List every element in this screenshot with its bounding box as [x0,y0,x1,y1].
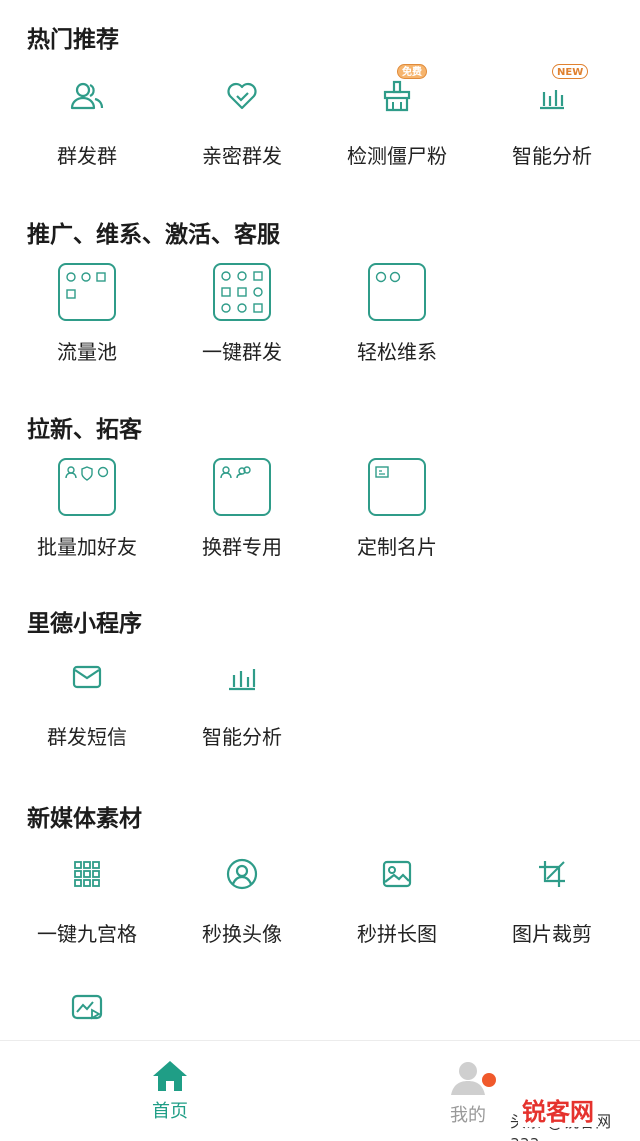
tile-label: 定制名片 [357,535,437,559]
tile-mass-group[interactable]: 群发群 [12,66,162,169]
tile-smart-analysis[interactable]: NEW 智能分析 [477,64,627,169]
new-badge: NEW [552,64,589,79]
tile-batch-add-friend[interactable]: 批量加好友 [12,457,162,560]
folder-grid-icon [213,458,271,516]
tile-label: 群发群 [57,144,117,168]
section-title-promo: 推广、维系、激活、客服 [27,222,280,248]
tile-detect-zombie[interactable]: 免费 检测僵尸粉 [322,64,472,169]
folder-grid-icon [368,458,426,516]
tile-smart-analysis-2[interactable]: 智能分析 [167,647,317,750]
folder-grid-icon [368,263,426,321]
tile-easy-maintain[interactable]: 轻松维系 [322,262,472,365]
tile-label: 一键群发 [202,340,282,364]
tile-label: 换群专用 [202,535,282,559]
notification-dot [482,1073,496,1087]
users-icon [70,82,104,110]
tab-home[interactable]: 首页 [110,1059,230,1123]
tile-label: 智能分析 [202,725,282,749]
tile-swap-avatar[interactable]: 秒换头像 [167,844,317,947]
tile-switch-group[interactable]: 换群专用 [167,457,317,560]
tile-label: 亲密群发 [202,144,282,168]
tile-custom-card[interactable]: 定制名片 [322,457,472,560]
tile-label: 一键九宫格 [37,922,137,946]
home-icon [153,1061,187,1091]
tile-label: 智能分析 [512,144,592,168]
folder-grid-icon [58,263,116,321]
tab-home-label: 首页 [152,1101,188,1122]
bar-chart-icon [540,90,564,110]
image-icon [382,860,412,888]
section-title-miniprogram: 里德小程序 [27,611,142,637]
section-title-hot: 热门推荐 [27,27,119,53]
mail-icon [72,665,102,689]
section-title-acquire: 拉新、拓客 [27,417,142,443]
tile-long-image[interactable]: 秒拼长图 [322,844,472,947]
tile-label: 图片裁剪 [512,922,592,946]
app-page: 热门推荐 群发群 亲密群发 免费 检测僵尸粉 NEW 智能分析 推广、维系、激活… [0,0,640,1141]
free-badge: 免费 [397,64,427,79]
tile-label: 群发短信 [47,725,127,749]
bar-chart-icon [229,669,256,691]
folder-grid-icon [58,458,116,516]
tile-intimate-mass[interactable]: 亲密群发 [167,66,317,169]
tile-label: 秒换头像 [202,922,282,946]
video-chart-icon [71,994,103,1020]
broom-icon [383,80,411,112]
tile-nine-grid[interactable]: 一键九宫格 [12,844,162,947]
folder-grid-icon [213,263,271,321]
tile-label: 流量池 [57,340,117,364]
section-title-media: 新媒体素材 [27,806,142,832]
crop-icon [539,861,565,887]
heart-check-icon [227,82,257,110]
tile-traffic-pool[interactable]: 流量池 [12,262,162,365]
tile-one-click-mass[interactable]: 一键群发 [167,262,317,365]
tile-mass-sms[interactable]: 群发短信 [12,647,162,750]
tile-label: 批量加好友 [37,535,137,559]
tile-label: 秒拼长图 [357,922,437,946]
watermark-logo: 锐客网 [518,1092,598,1127]
tile-video-chart[interactable] [12,978,162,1038]
avatar-icon [226,858,258,890]
grid-icon [74,861,100,887]
tile-label: 轻松维系 [357,340,437,364]
tile-image-crop[interactable]: 图片裁剪 [477,844,627,947]
tile-label: 检测僵尸粉 [347,144,447,168]
